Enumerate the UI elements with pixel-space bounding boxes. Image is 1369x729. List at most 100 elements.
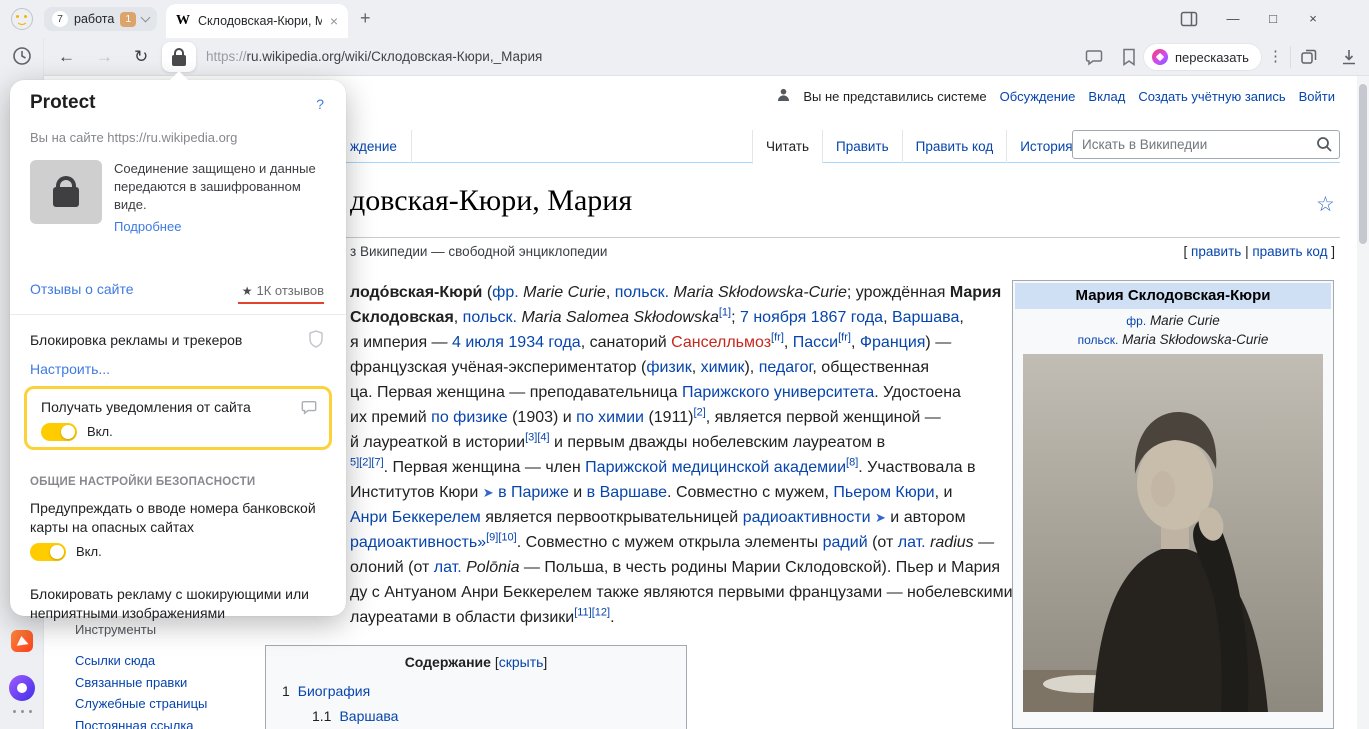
details-link[interactable]: Подробнее	[114, 218, 181, 236]
article-link[interactable]: химик	[701, 359, 745, 376]
reload-button[interactable]: ↻	[134, 47, 148, 67]
article-link[interactable]: [1]	[719, 307, 731, 319]
reviews-count[interactable]: ★1К отзывов	[242, 283, 324, 298]
article-link[interactable]: польск.	[463, 309, 517, 326]
article-link[interactable]: по химии	[576, 409, 644, 426]
sidebar-link[interactable]: Постоянная ссылка	[75, 715, 207, 729]
article-link[interactable]: в Варшаве	[587, 484, 667, 501]
article-link[interactable]: лат.	[898, 534, 926, 551]
new-tab-button[interactable]: +	[360, 8, 371, 29]
article-link[interactable]: Пасси	[793, 334, 838, 351]
login-link[interactable]: Войти	[1299, 89, 1335, 104]
card-warning-toggle[interactable]	[30, 543, 66, 561]
back-arrow-icon: ←	[58, 47, 75, 67]
downloads-icon[interactable]	[1340, 48, 1358, 66]
all-tabs-icon[interactable]	[1300, 48, 1318, 66]
article-link[interactable]: Парижской медицинской академии	[585, 459, 846, 476]
notifications-toggle[interactable]	[41, 423, 77, 441]
site-security-badge[interactable]	[162, 42, 196, 72]
article-link[interactable]: лат.	[434, 559, 462, 576]
article-link[interactable]: [11][12]	[574, 607, 610, 619]
contribs-link[interactable]: Вклад	[1088, 89, 1125, 104]
article-link[interactable]: 1867 года	[811, 309, 883, 326]
more-services-icon[interactable]	[10, 710, 34, 713]
sidebar-link[interactable]: Служебные страницы	[75, 693, 207, 715]
tab-close-icon[interactable]: ×	[330, 14, 338, 28]
wiki-search-input[interactable]	[1072, 130, 1340, 159]
close-button[interactable]: ×	[1304, 11, 1322, 26]
url-field[interactable]: https://ru.wikipedia.org/wiki/Склодовска…	[206, 49, 542, 64]
toc-item[interactable]: 1Биография	[266, 679, 686, 704]
forward-button[interactable]: →	[96, 47, 113, 67]
article-link[interactable]: 5][2][7]	[350, 457, 384, 469]
back-button[interactable]: ←	[58, 47, 75, 67]
tab-discussion-partial[interactable]: ждение	[350, 130, 412, 163]
yandex-market-icon[interactable]	[11, 630, 33, 652]
article-link[interactable]: педагог	[759, 359, 813, 376]
article-link[interactable]: по физике	[431, 409, 507, 426]
portrait-photo[interactable]	[1023, 354, 1323, 712]
article-link[interactable]: [fr]	[838, 332, 851, 344]
toc-item[interactable]: 1.1Варшава	[266, 704, 686, 729]
toc-link[interactable]: Варшава	[339, 708, 398, 724]
history-clock-icon[interactable]	[12, 46, 32, 66]
article-link[interactable]: радий	[823, 534, 868, 551]
create-account-link[interactable]: Создать учётную запись	[1138, 89, 1285, 104]
title-divider	[252, 237, 1340, 238]
article-link[interactable]: Варшава	[892, 309, 959, 326]
article-link[interactable]: радиоактивности	[743, 509, 871, 526]
article-link[interactable]: [8]	[846, 457, 858, 469]
toc-link[interactable]: Биография	[298, 683, 370, 699]
article-link[interactable]: [3][4]	[525, 432, 549, 444]
edit-link[interactable]: править	[1191, 244, 1241, 259]
pl-lang-link[interactable]: польск.	[1078, 333, 1119, 347]
article-link[interactable]: Анри Беккерелем	[350, 509, 481, 526]
browser-menu-smiley-icon[interactable]	[11, 8, 33, 30]
comments-icon[interactable]	[1085, 48, 1103, 66]
alice-assistant-icon[interactable]	[9, 675, 35, 701]
maximize-button[interactable]: □	[1264, 11, 1282, 26]
article-text-segment: —	[974, 534, 994, 551]
tab-edit-source[interactable]: Править код	[902, 130, 1007, 163]
toc-hide-link[interactable]: скрыть	[499, 654, 544, 670]
scrollbar-thumb[interactable]	[1359, 84, 1367, 244]
article-link[interactable]: [9][10]	[486, 532, 517, 544]
article-link[interactable]: ➤	[875, 510, 886, 525]
watchlist-star-icon[interactable]: ☆	[1316, 192, 1335, 217]
configure-link[interactable]: Настроить...	[30, 361, 110, 377]
bookmark-icon[interactable]	[1121, 48, 1137, 66]
fr-lang-link[interactable]: фр.	[1126, 314, 1146, 328]
article-link[interactable]: Санселльмоз	[671, 334, 771, 351]
tab-group[interactable]: 7 работа 1	[44, 7, 157, 31]
sidebar-link[interactable]: Ссылки сюда	[75, 650, 207, 672]
scrollbar-track[interactable]	[1357, 76, 1369, 729]
anon-user-label[interactable]: Вы не представились системе	[803, 89, 986, 104]
article-link[interactable]: Парижского университета	[682, 384, 874, 401]
active-tab[interactable]: W Склодовская-Кюри, Ма ×	[166, 4, 348, 38]
more-options-icon[interactable]: ⋮	[1268, 47, 1283, 65]
article-link[interactable]: ➤	[483, 485, 494, 500]
tab-edit[interactable]: Править	[822, 130, 902, 163]
side-panel-icon[interactable]	[1180, 11, 1198, 27]
article-link[interactable]: [fr]	[771, 332, 784, 344]
search-icon[interactable]	[1316, 136, 1332, 152]
article-link[interactable]: Франция	[860, 334, 926, 351]
help-link[interactable]: ?	[316, 96, 324, 112]
minimize-button[interactable]: —	[1224, 11, 1242, 26]
talk-link[interactable]: Обсуждение	[1000, 89, 1076, 104]
article-link[interactable]: в Париже	[498, 484, 569, 501]
article-link[interactable]: физик	[646, 359, 691, 376]
article-link[interactable]: польск.	[615, 284, 669, 301]
article-link[interactable]: радиоактивность»	[350, 534, 486, 551]
summarize-button[interactable]: пересказать	[1143, 43, 1262, 71]
sidebar-link[interactable]: Связанные правки	[75, 672, 207, 694]
article-link[interactable]: Пьером Кюри	[833, 484, 934, 501]
tab-read[interactable]: Читать	[752, 130, 822, 164]
article-link[interactable]: фр.	[492, 284, 519, 301]
article-link[interactable]: 7 ноября	[740, 309, 806, 326]
edit-source-link[interactable]: править код	[1252, 244, 1327, 259]
article-link[interactable]: 4 июля	[452, 334, 504, 351]
article-link[interactable]: [2]	[694, 407, 706, 419]
site-reviews-link[interactable]: Отзывы о сайте	[30, 281, 134, 297]
article-link[interactable]: 1934 года	[508, 334, 580, 351]
